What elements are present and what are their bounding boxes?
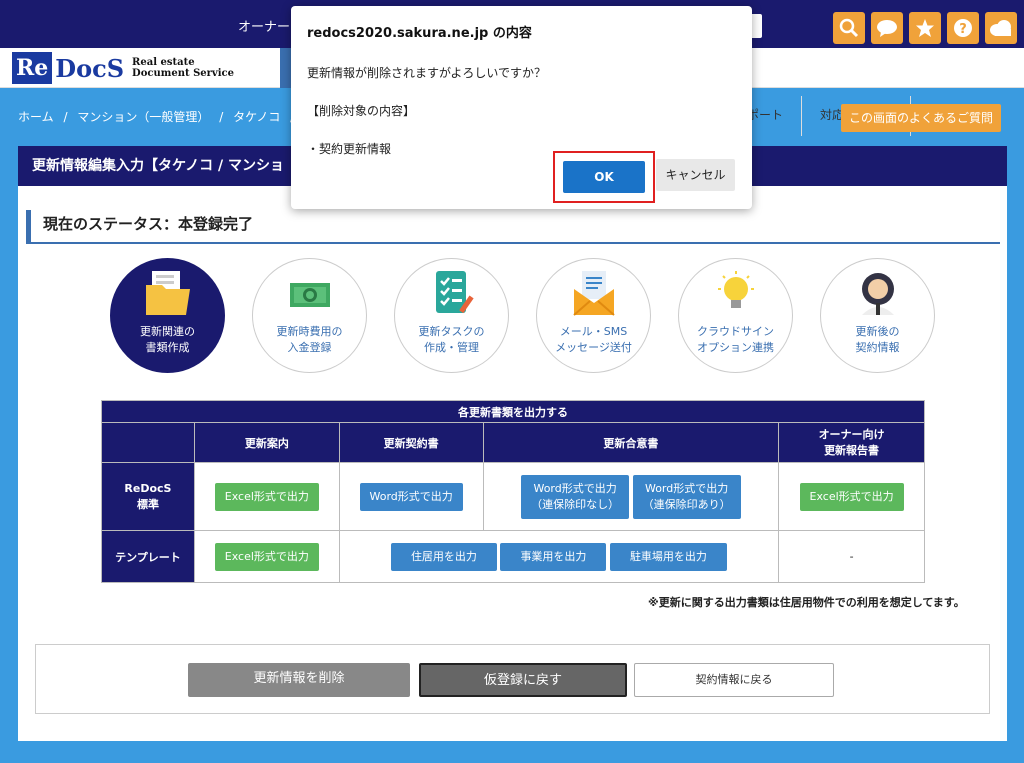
ok-button[interactable]: OK xyxy=(563,161,645,193)
person-icon xyxy=(861,273,894,315)
output-table: 各更新書類を出力する 更新案内 更新契約書 更新合意書 オーナー向け 更新報告書 … xyxy=(101,400,925,583)
dialog-title: redocs2020.sakura.ne.jp の内容 xyxy=(307,26,532,41)
step-label: 入金登録 xyxy=(287,341,332,354)
word-output-no-seal-button[interactable]: Word形式で出力 （連保除印なし） xyxy=(521,474,630,519)
main-panel: 更新情報編集入力【タケノコ / マンショ 現在のステータス：本登録完了 更新関連… xyxy=(18,146,1007,741)
star-icon[interactable] xyxy=(909,12,941,44)
button-line: （連保除印なし） xyxy=(531,497,620,511)
col-header: 更新契約書 xyxy=(338,422,484,463)
lightbulb-icon xyxy=(717,271,754,308)
step-payment[interactable]: 更新時費用の 入金登録 xyxy=(252,258,367,373)
table-cell: - xyxy=(778,530,925,583)
table-title: 各更新書類を出力する xyxy=(101,400,925,423)
svg-text:?: ? xyxy=(959,22,967,37)
row-header: テンプレート xyxy=(101,530,195,583)
button-line: （連保除印あり） xyxy=(642,497,731,511)
col-header-line: オーナー向け xyxy=(818,427,885,441)
step-label: 更新タスクの xyxy=(418,325,485,338)
breadcrumb-separator: / xyxy=(219,110,224,124)
step-label: 更新時費用の xyxy=(276,325,343,338)
dialog-message: 更新情報が削除されますがよろしいですか？ 【削除対象の内容】 ・契約更新情報 xyxy=(307,54,546,168)
folder-icon xyxy=(145,271,190,315)
table-cell: Excel形式で出力 xyxy=(778,462,925,531)
revert-provisional-button[interactable]: 仮登録に戻す xyxy=(419,663,627,697)
dialog-line: ・契約更新情報 xyxy=(307,142,392,156)
help-icon[interactable]: ? xyxy=(947,12,979,44)
step-messages[interactable]: メール・SMS メッセージ送付 xyxy=(536,258,651,373)
breadcrumb: ホーム / マンション（一般管理） / タケノコ / 更 xyxy=(18,108,322,125)
owner-label: オーナー xyxy=(238,20,291,35)
step-documents[interactable]: 更新関連の 書類作成 xyxy=(110,258,225,373)
logo-docs: DocS xyxy=(55,53,125,83)
chat-icon[interactable] xyxy=(871,12,903,44)
step-label: メッセージ送付 xyxy=(555,341,632,354)
cancel-button[interactable]: キャンセル xyxy=(656,159,735,191)
button-line: Word形式で出力 xyxy=(644,481,729,495)
delete-renewal-button[interactable]: 更新情報を削除 xyxy=(188,663,410,697)
breadcrumb-takenoko[interactable]: タケノコ xyxy=(233,110,280,124)
row-header-line: ReDocS xyxy=(124,481,172,495)
row-header: ReDocS 標準 xyxy=(101,462,195,531)
table-corner xyxy=(101,422,195,463)
search-icon[interactable] xyxy=(833,12,865,44)
residential-output-button[interactable]: 住居用を出力 xyxy=(390,542,497,571)
word-output-button[interactable]: Word形式で出力 xyxy=(359,482,463,511)
table-cell: 住居用を出力 事業用を出力 駐車場用を出力 xyxy=(338,530,780,583)
step-contract-info[interactable]: 更新後の 契約情報 xyxy=(820,258,935,373)
breadcrumb-separator: / xyxy=(63,110,68,124)
status-heading: 現在のステータス：本登録完了 xyxy=(26,210,1000,244)
word-output-with-seal-button[interactable]: Word形式で出力 （連保除印あり） xyxy=(632,474,741,519)
step-menu: 更新関連の 書類作成 更新時費用の 入金登録 更新タスクの 作成・管理 メール・… xyxy=(110,258,935,373)
dialog-line: 【削除対象の内容】 xyxy=(307,104,416,118)
usage-note: ※更新に関する出力書類は住居用物件での利用を想定してます。 xyxy=(648,596,965,609)
row-header-line: 標準 xyxy=(136,497,159,511)
step-label: 作成・管理 xyxy=(424,341,479,354)
back-to-contract-button[interactable]: 契約情報に戻る xyxy=(634,663,834,697)
money-icon xyxy=(289,283,330,307)
step-tasks[interactable]: 更新タスクの 作成・管理 xyxy=(394,258,509,373)
step-cloudsign[interactable]: クラウドサイン オプション連携 xyxy=(678,258,793,373)
action-box: 更新情報を削除 仮登録に戻す 契約情報に戻る xyxy=(35,644,990,714)
step-label: クラウドサイン xyxy=(697,325,774,338)
button-line: Word形式で出力 xyxy=(533,481,617,495)
ok-highlight: OK xyxy=(553,151,655,203)
step-label: メール・SMS xyxy=(559,325,628,338)
template-excel-button[interactable]: Excel形式で出力 xyxy=(214,542,319,571)
breadcrumb-home[interactable]: ホーム xyxy=(18,110,54,124)
step-label: オプション連携 xyxy=(697,341,774,354)
mail-icon xyxy=(572,271,615,316)
table-cell: Excel形式で出力 xyxy=(193,530,340,583)
logo-re: Re xyxy=(12,52,53,84)
col-header: 更新合意書 xyxy=(482,422,780,463)
excel-output-button[interactable]: Excel形式で出力 xyxy=(214,482,319,511)
col-header-line: 更新報告書 xyxy=(824,443,880,457)
logo-subtitle: Real estate Document Service xyxy=(132,57,234,79)
business-output-button[interactable]: 事業用を出力 xyxy=(500,542,607,571)
table-cell: Word形式で出力 xyxy=(338,462,484,531)
step-label: 契約情報 xyxy=(855,341,900,354)
checklist-icon xyxy=(435,271,474,314)
col-header: オーナー向け 更新報告書 xyxy=(778,422,925,463)
table-cell: Excel形式で出力 xyxy=(193,462,340,531)
dialog-line: 更新情報が削除されますがよろしいですか？ xyxy=(307,66,547,80)
breadcrumb-mansion[interactable]: マンション（一般管理） xyxy=(77,110,209,124)
step-label: 更新後の xyxy=(855,325,900,338)
table-cell: Word形式で出力 （連保除印なし） Word形式で出力 （連保除印あり） xyxy=(482,462,780,531)
confirm-dialog: redocs2020.sakura.ne.jp の内容 更新情報が削除されますが… xyxy=(291,6,752,209)
cloud-icon[interactable] xyxy=(985,12,1017,44)
col-header: 更新案内 xyxy=(193,422,340,463)
faq-button[interactable]: この画面のよくあるご質問 xyxy=(841,104,1001,132)
redocs-logo[interactable]: Re DocS Real estate Document Service xyxy=(12,52,234,84)
owner-report-excel-button[interactable]: Excel形式で出力 xyxy=(799,482,904,511)
step-label: 更新関連の xyxy=(140,325,195,338)
parking-output-button[interactable]: 駐車場用を出力 xyxy=(609,542,727,571)
step-label: 書類作成 xyxy=(145,341,190,354)
